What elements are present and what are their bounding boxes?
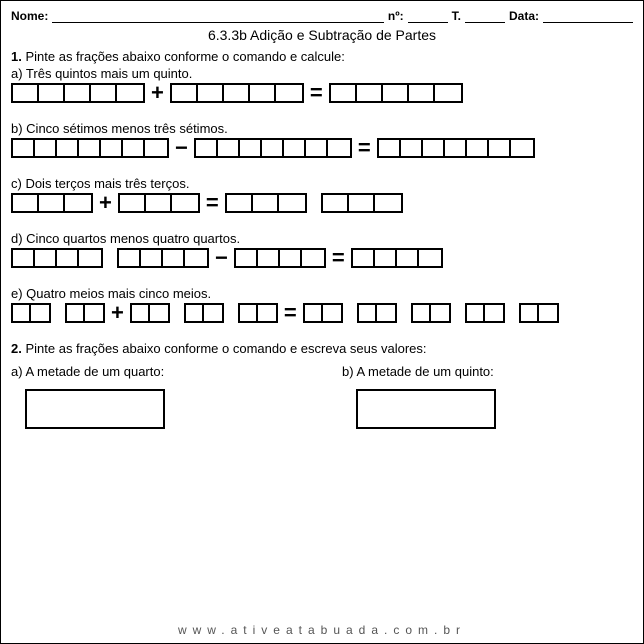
q1e-label: e) Quatro meios mais cinco meios. — [11, 286, 633, 301]
fraction-bar[interactable] — [357, 303, 397, 323]
minus-operator: − — [213, 248, 230, 268]
answer-box[interactable] — [356, 389, 496, 429]
q1-text: Pinte as frações abaixo conforme o coman… — [25, 49, 344, 64]
equals-operator: = — [308, 83, 325, 103]
q1c-equation: + = — [11, 193, 633, 213]
fraction-bar[interactable] — [411, 303, 451, 323]
fraction-bar[interactable] — [519, 303, 559, 323]
plus-operator: + — [97, 193, 114, 213]
q1d-equation: − = — [11, 248, 633, 268]
fraction-bar[interactable] — [170, 83, 304, 103]
equals-operator: = — [204, 193, 221, 213]
t-blank[interactable] — [465, 9, 505, 23]
q2-number: 2. — [11, 341, 22, 356]
q1b-label: b) Cinco sétimos menos três sétimos. — [11, 121, 633, 136]
fraction-bar[interactable] — [11, 83, 145, 103]
minus-operator: − — [173, 138, 190, 158]
plus-operator: + — [109, 303, 126, 323]
q2b-label: b) A metade de um quinto: — [342, 364, 633, 379]
fraction-bar[interactable] — [11, 138, 169, 158]
fraction-bar[interactable] — [65, 303, 105, 323]
q2a-col: a) A metade de um quarto: — [11, 362, 302, 429]
num-label: nº: — [388, 9, 404, 23]
fraction-bar[interactable] — [194, 138, 352, 158]
q1a-equation: + = — [11, 83, 633, 103]
fraction-bar[interactable] — [377, 138, 535, 158]
equals-operator: = — [282, 303, 299, 323]
date-blank[interactable] — [543, 9, 633, 23]
name-label: Nome: — [11, 9, 48, 23]
q2-row: a) A metade de um quarto: b) A metade de… — [11, 362, 633, 429]
answer-box[interactable] — [25, 389, 165, 429]
fraction-bar[interactable] — [351, 248, 443, 268]
q2a-label: a) A metade de um quarto: — [11, 364, 302, 379]
fraction-bar[interactable] — [11, 248, 103, 268]
q2-instruction: 2. Pinte as frações abaixo conforme o co… — [11, 341, 633, 356]
worksheet-page: Nome: nº: T. Data: 6.3.3b Adição e Subtr… — [0, 0, 644, 644]
q1c-label: c) Dois terços mais três terços. — [11, 176, 633, 191]
q1-number: 1. — [11, 49, 22, 64]
fraction-bar[interactable] — [117, 248, 209, 268]
fraction-bar[interactable] — [184, 303, 224, 323]
fraction-bar[interactable] — [130, 303, 170, 323]
name-blank[interactable] — [52, 9, 384, 23]
fraction-bar[interactable] — [465, 303, 505, 323]
q2-text: Pinte as frações abaixo conforme o coman… — [25, 341, 426, 356]
q2b-col: b) A metade de um quinto: — [342, 362, 633, 429]
fraction-bar[interactable] — [11, 303, 51, 323]
fraction-bar[interactable] — [11, 193, 93, 213]
equals-operator: = — [330, 248, 347, 268]
fraction-bar[interactable] — [238, 303, 278, 323]
fraction-bar[interactable] — [321, 193, 403, 213]
t-label: T. — [452, 9, 461, 23]
equals-operator: = — [356, 138, 373, 158]
fraction-bar[interactable] — [234, 248, 326, 268]
q1-instruction: 1. Pinte as frações abaixo conforme o co… — [11, 49, 633, 64]
q1d-label: d) Cinco quartos menos quatro quartos. — [11, 231, 633, 246]
fraction-bar[interactable] — [118, 193, 200, 213]
q1e-equation: + = — [11, 303, 633, 323]
header-row: Nome: nº: T. Data: — [11, 9, 633, 23]
q1b-equation: − = — [11, 138, 633, 158]
plus-operator: + — [149, 83, 166, 103]
date-label: Data: — [509, 9, 539, 23]
num-blank[interactable] — [408, 9, 448, 23]
fraction-bar[interactable] — [303, 303, 343, 323]
q1a-label: a) Três quintos mais um quinto. — [11, 66, 633, 81]
fraction-bar[interactable] — [329, 83, 463, 103]
footer-url: www.ativeatabuada.com.br — [1, 623, 643, 637]
fraction-bar[interactable] — [225, 193, 307, 213]
page-title: 6.3.3b Adição e Subtração de Partes — [11, 27, 633, 43]
